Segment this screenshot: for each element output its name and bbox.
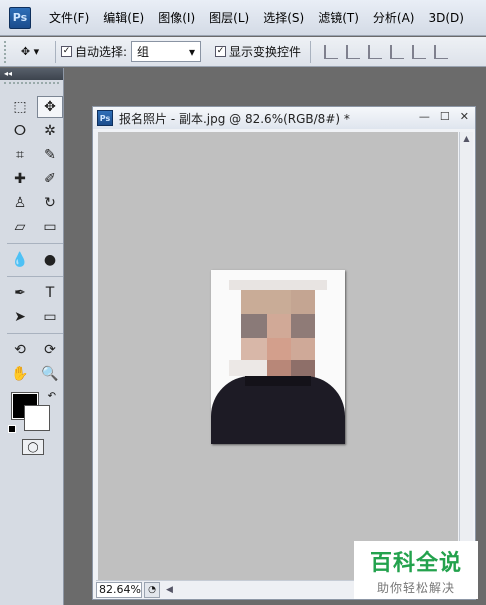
healing-brush-icon[interactable]: ✚: [7, 168, 33, 190]
quick-mask-button[interactable]: ◯: [22, 439, 44, 455]
photo-pixel: [211, 376, 345, 444]
zoom-icon[interactable]: 🔍: [37, 363, 63, 385]
maximize-icon[interactable]: ☐: [440, 110, 450, 123]
photo-pixel: [241, 290, 291, 314]
chevron-down-icon: ▾: [189, 44, 196, 59]
blur-icon[interactable]: 💧: [7, 249, 33, 271]
pen-icon[interactable]: ✒: [7, 282, 33, 304]
align-vcenter-icon[interactable]: [346, 44, 361, 59]
magic-wand-icon[interactable]: ✲: [37, 120, 63, 142]
background-color[interactable]: [24, 405, 50, 431]
move-tool-icon: ✥ ▾: [20, 45, 40, 58]
path-select-icon[interactable]: ➤: [7, 306, 33, 328]
history-brush-icon[interactable]: ↻: [37, 192, 63, 214]
show-transform-label: 显示变换控件: [229, 45, 302, 59]
type-icon[interactable]: T: [37, 282, 63, 304]
tools-panel-collapse[interactable]: ◂◂: [0, 68, 63, 80]
swap-colors-icon[interactable]: ↶: [48, 391, 56, 402]
menu-filter[interactable]: 滤镜(T): [318, 9, 359, 26]
menu-select[interactable]: 选择(S): [263, 9, 304, 26]
watermark-title: 百科全说: [369, 551, 462, 576]
photo-pixel: [267, 338, 291, 360]
eyedropper-icon[interactable]: ✎: [37, 144, 63, 166]
align-buttons: [324, 44, 449, 59]
hand-icon[interactable]: ✋: [7, 363, 33, 385]
tool-divider: [7, 276, 63, 277]
scroll-up-icon[interactable]: ▲: [460, 132, 473, 146]
align-bottom-icon[interactable]: [368, 44, 383, 59]
rect-marquee-icon[interactable]: ⬚: [7, 96, 33, 118]
photoshop-logo: Ps: [9, 6, 31, 29]
photo-pixel: [291, 338, 315, 360]
stamp-icon[interactable]: ♙: [7, 192, 33, 214]
auto-select-checkbox[interactable]: ✓: [61, 46, 72, 57]
id-photo-image: [211, 270, 345, 444]
distribute-bottom-icon[interactable]: [434, 44, 449, 59]
menu-image[interactable]: 图像(I): [158, 9, 195, 26]
minimize-icon[interactable]: —: [419, 110, 430, 123]
auto-select-value: 组: [137, 45, 150, 59]
divider: [310, 40, 312, 63]
divider: [55, 40, 56, 63]
dodge-icon[interactable]: ●: [37, 249, 63, 271]
menu-edit[interactable]: 编辑(E): [103, 9, 144, 26]
status-info-icon[interactable]: ◔: [144, 581, 160, 598]
photo-pixel: [267, 314, 291, 338]
shape-icon[interactable]: ▭: [37, 306, 63, 328]
eraser-icon[interactable]: ▱: [7, 216, 33, 238]
tool-preset-picker[interactable]: ✥ ▾: [10, 41, 50, 63]
document-ps-icon: Ps: [97, 110, 113, 126]
close-icon[interactable]: ✕: [460, 110, 469, 123]
show-transform-checkbox[interactable]: ✓: [215, 46, 227, 57]
options-bar: ✥ ▾ ✓ 自动选择: 组 ▾ ✓ 显示变换控件: [0, 37, 486, 67]
3d-orbit-icon[interactable]: ⟳: [37, 339, 63, 361]
vertical-scrollbar[interactable]: ▲: [459, 132, 473, 580]
crop-icon[interactable]: ⌗: [7, 144, 33, 166]
distribute-vcenter-icon[interactable]: [412, 44, 427, 59]
document-title: 报名照片 - 副本.jpg @ 82.6%(RGB/8#) *: [119, 111, 350, 126]
watermark-logo: 百科全说 助你轻松解决: [354, 541, 478, 599]
brush-icon[interactable]: ✐: [37, 168, 63, 190]
menu-layer[interactable]: 图层(L): [209, 9, 249, 26]
lasso-icon[interactable]: ⵔ: [7, 120, 33, 142]
tool-divider: [7, 243, 63, 244]
photo-pixel: [229, 360, 267, 376]
3d-rotate-icon[interactable]: ⟲: [7, 339, 33, 361]
move-icon[interactable]: ✥: [37, 96, 63, 118]
photo-pixel: [241, 314, 267, 338]
window-controls: — ☐ ✕: [419, 110, 469, 123]
tools-panel: ◂◂ ⬚ ✥ ⵔ ✲ ⌗ ✎ ✚ ✐ ♙ ↻ ▱ ▭ 💧 ● ✒ T ➤ ▭ ⟲ ⟳ ✋ 🔍 ↶ ◯: [0, 68, 64, 605]
auto-select-dropdown[interactable]: 组 ▾: [131, 41, 202, 62]
watermark-subtitle: 助你轻松解决: [376, 581, 455, 595]
photo-pixel: [291, 314, 315, 338]
zoom-level-field[interactable]: 82.64%: [96, 581, 142, 598]
auto-select-label: 自动选择:: [75, 45, 128, 59]
photo-pixel: [229, 280, 327, 290]
color-swatches: ↶: [8, 391, 60, 435]
gradient-icon[interactable]: ▭: [37, 216, 63, 238]
menu-bar: Ps 文件(F) 编辑(E) 图像(I) 图层(L) 选择(S) 滤镜(T) 分…: [0, 0, 486, 36]
photo-pixel: [245, 376, 311, 386]
document-window: Ps 报名照片 - 副本.jpg @ 82.6%(RGB/8#) * — ☐ ✕: [92, 106, 476, 600]
align-top-icon[interactable]: [324, 44, 339, 59]
scroll-left-icon[interactable]: ◀: [166, 585, 173, 595]
photo-pixel: [291, 290, 315, 314]
tool-grid: ⬚ ✥ ⵔ ✲ ⌗ ✎ ✚ ✐ ♙ ↻ ▱ ▭ 💧 ● ✒ T ➤ ▭ ⟲ ⟳ ✋ 🔍: [0, 96, 63, 385]
tool-divider: [7, 333, 63, 334]
menu-file[interactable]: 文件(F): [49, 9, 89, 26]
tools-panel-grip[interactable]: [4, 82, 59, 94]
default-colors-icon[interactable]: [8, 425, 16, 433]
distribute-top-icon[interactable]: [390, 44, 405, 59]
document-title-bar[interactable]: Ps 报名照片 - 副本.jpg @ 82.6%(RGB/8#) * — ☐ ✕: [93, 107, 475, 129]
canvas-area[interactable]: [98, 132, 458, 580]
menu-3d[interactable]: 3D(D): [428, 11, 463, 25]
photo-pixel: [241, 338, 267, 360]
menu-analysis[interactable]: 分析(A): [373, 9, 415, 26]
